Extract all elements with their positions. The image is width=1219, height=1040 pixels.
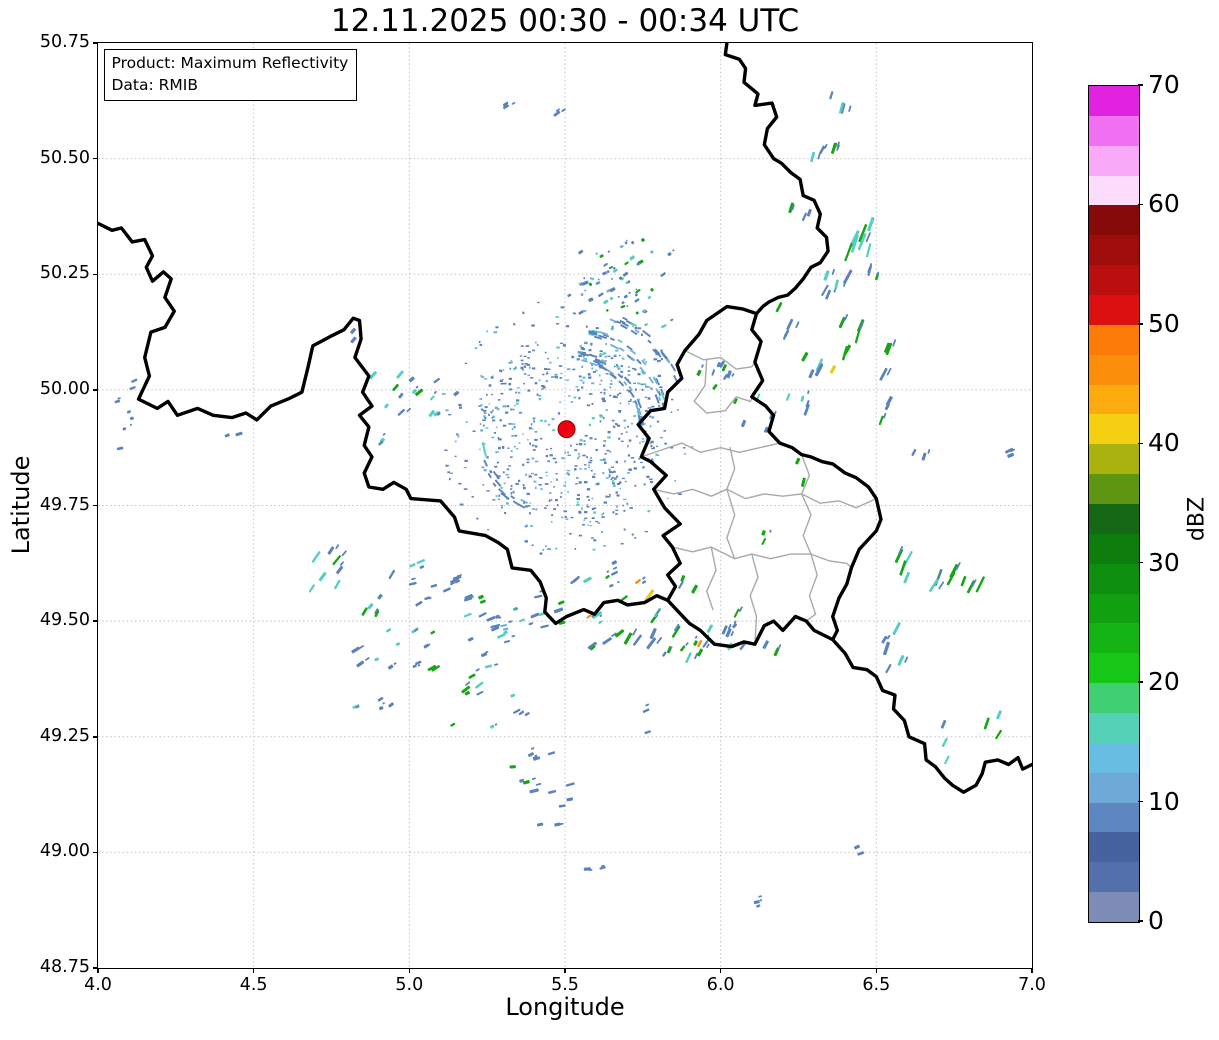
colorbar-tick-mark xyxy=(1138,800,1143,803)
x-tick-mark xyxy=(408,968,411,973)
colorbar-segment xyxy=(1089,205,1139,236)
colorbar-segment xyxy=(1089,563,1139,594)
y-tick-mark xyxy=(93,620,98,622)
colorbar-segment xyxy=(1089,533,1139,564)
colorbar-tick-mark xyxy=(1138,84,1143,86)
y-tick-mark xyxy=(93,42,98,44)
product-line: Product: Maximum Reflectivity xyxy=(111,53,349,72)
x-tick-mark xyxy=(719,968,722,973)
y-tick-label: 49.00 xyxy=(39,841,90,862)
y-tick-mark xyxy=(93,736,98,738)
colorbar-segment xyxy=(1089,802,1139,833)
y-tick-mark xyxy=(93,273,98,275)
x-tick-label: 5.0 xyxy=(395,975,424,995)
radar-site-marker xyxy=(557,419,576,438)
colorbar-segment xyxy=(1089,593,1139,624)
x-tick-label: 4.0 xyxy=(84,975,112,995)
x-tick-label: 7.0 xyxy=(1018,975,1046,995)
colorbar-segment xyxy=(1089,175,1139,206)
colorbar-segment xyxy=(1089,683,1139,713)
y-tick-mark xyxy=(93,389,98,391)
y-tick-label: 50.25 xyxy=(39,263,90,284)
colorbar-segment xyxy=(1089,324,1139,355)
x-tick-mark xyxy=(1031,968,1033,973)
x-tick-mark xyxy=(564,968,566,973)
colorbar-segment xyxy=(1089,354,1139,385)
y-tick-label: 49.75 xyxy=(39,494,90,515)
colorbar-tick-label: 30 xyxy=(1148,547,1180,577)
colorbar-segment xyxy=(1089,772,1139,803)
colorbar-tick-label: 50 xyxy=(1148,308,1180,338)
colorbar-tick-mark xyxy=(1138,323,1143,325)
y-tick-label: 50.00 xyxy=(39,378,90,399)
radar-map-canvas xyxy=(97,42,1032,968)
y-tick-mark xyxy=(93,851,98,854)
y-tick-label: 50.50 xyxy=(39,147,90,168)
colorbar-tick-label: 20 xyxy=(1148,667,1180,697)
x-tick-label: 5.5 xyxy=(551,975,579,995)
colorbar-segment xyxy=(1089,712,1139,743)
colorbar-segment xyxy=(1089,623,1139,654)
colorbar-segment xyxy=(1089,145,1139,176)
product-info-box: Product: Maximum Reflectivity Data: RMIB xyxy=(103,48,358,101)
colorbar-tick-label: 70 xyxy=(1148,70,1180,99)
figure-title: 12.11.2025 00:30 - 00:34 UTC xyxy=(330,3,800,39)
colorbar-segment xyxy=(1089,235,1139,266)
gridlines xyxy=(97,42,1032,968)
y-tick-mark xyxy=(93,504,98,507)
colorbar-segment xyxy=(1089,85,1139,116)
colorbar-tick-mark xyxy=(1138,681,1143,683)
colorbar-tick-label: 60 xyxy=(1148,189,1180,219)
colorbar-segment xyxy=(1089,384,1139,415)
colorbar-tick-label: 10 xyxy=(1148,786,1180,816)
colorbar-segment xyxy=(1089,503,1139,534)
colorbar-tick-mark xyxy=(1138,203,1143,206)
y-tick-label: 48.75 xyxy=(39,957,90,977)
x-tick-label: 6.5 xyxy=(862,975,891,995)
x-tick-mark xyxy=(252,968,255,973)
colorbar-segment xyxy=(1089,265,1139,295)
colorbar-segment xyxy=(1089,414,1139,445)
y-tick-label: 49.25 xyxy=(39,725,90,746)
colorbar-tick-label: 0 xyxy=(1148,906,1164,935)
colorbar-tick-label: 40 xyxy=(1148,428,1180,458)
colorbar-tick-mark xyxy=(1138,561,1143,564)
colorbar-tick-mark xyxy=(1138,442,1143,445)
y-tick-mark xyxy=(93,967,98,969)
colorbar-tick-mark xyxy=(1138,920,1143,922)
x-tick-label: 6.0 xyxy=(706,975,735,995)
colorbar-segment xyxy=(1089,862,1139,893)
colorbar-segment xyxy=(1089,294,1139,325)
y-tick-label: 49.50 xyxy=(39,610,90,631)
colorbar xyxy=(1088,85,1140,923)
map-plot-area: Product: Maximum Reflectivity Data: RMIB xyxy=(96,41,1033,969)
colorbar-axis-label: dBZ xyxy=(1184,496,1210,542)
colorbar-segment xyxy=(1089,892,1139,922)
colorbar-segment xyxy=(1089,474,1139,504)
y-tick-mark xyxy=(93,157,98,160)
colorbar-segment xyxy=(1089,653,1139,684)
data-source-line: Data: RMIB xyxy=(111,75,199,94)
colorbar-segment xyxy=(1089,742,1139,773)
colorbar-segment xyxy=(1089,115,1139,146)
x-axis-label: Longitude xyxy=(505,993,625,1021)
colorbar-segment xyxy=(1089,444,1139,475)
y-tick-label: 50.75 xyxy=(39,32,90,52)
x-tick-mark xyxy=(875,968,878,973)
x-tick-label: 4.5 xyxy=(239,975,268,995)
radar-figure: 12.11.2025 00:30 - 00:34 UTC Latitude Lo… xyxy=(0,0,1219,1040)
colorbar-segment xyxy=(1089,832,1139,863)
